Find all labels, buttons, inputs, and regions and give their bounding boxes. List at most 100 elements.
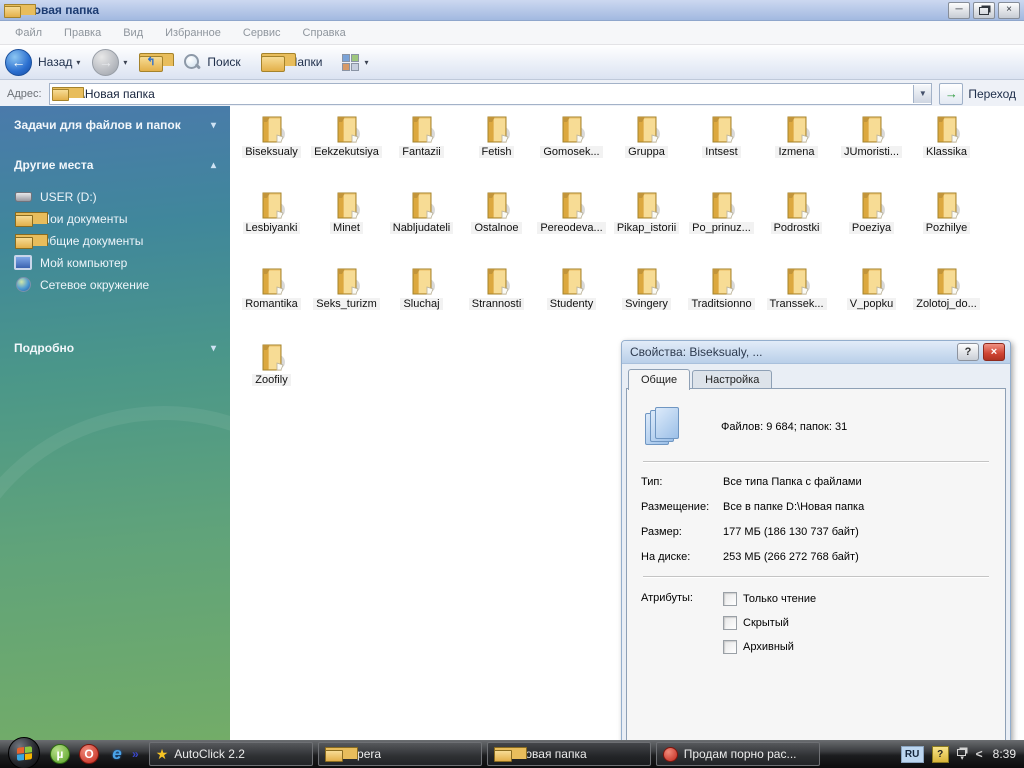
chevron-down-icon[interactable]: ▾ (211, 343, 216, 354)
folder-item[interactable]: Lesbiyanki (234, 187, 309, 263)
folder-item[interactable]: Gomosek... (534, 111, 609, 187)
folder-icon (412, 116, 435, 143)
folder-item[interactable]: Biseksualy (234, 111, 309, 187)
folder-item[interactable]: Fetish (459, 111, 534, 187)
sidebar-section-file-tasks[interactable]: Задачи для файлов и папок ▾ (0, 106, 230, 138)
folder-icon (14, 211, 48, 227)
folder-item[interactable]: Pozhilye (909, 187, 984, 263)
folder-name: Nabljudateli (389, 222, 454, 234)
folder-icon (637, 116, 660, 143)
taskbar-button[interactable]: ★ AutoClick 2.2 (148, 742, 313, 766)
language-indicator[interactable]: RU (900, 745, 924, 763)
folder-item[interactable]: Pereodeva... (534, 187, 609, 263)
attributes-block: Атрибуты: Только чтение Скрытый Архивный (641, 592, 991, 654)
place-label: USER (D:) (40, 189, 97, 204)
files-stack-icon (645, 407, 679, 447)
dialog-help-button[interactable]: ? (957, 343, 979, 361)
section-title: Задачи для файлов и папок (14, 118, 181, 132)
folder-item[interactable]: Eekzekutsiya (309, 111, 384, 187)
search-button[interactable]: Поиск (183, 53, 244, 71)
checkbox[interactable] (723, 640, 737, 654)
address-input[interactable] (67, 85, 914, 102)
folder-icon (787, 192, 810, 219)
folder-item[interactable]: Svingery (609, 263, 684, 339)
folder-item[interactable]: Romantika (234, 263, 309, 339)
folder-item[interactable]: Poeziya (834, 187, 909, 263)
folder-icon (712, 192, 735, 219)
tray-help-icon[interactable]: ? (931, 745, 949, 763)
views-dropdown-icon[interactable]: ▾ (364, 58, 368, 67)
up-button[interactable]: ↰ (139, 53, 175, 72)
sidebar-place-link[interactable]: Общие документы (14, 233, 230, 249)
chevron-up-icon[interactable]: ▴ (211, 160, 216, 171)
folder-item[interactable]: Transsek... (759, 263, 834, 339)
folder-item[interactable]: Seks_turizm (309, 263, 384, 339)
folder-item[interactable]: Zoofily (234, 339, 309, 415)
sidebar-place-link[interactable]: USER (D:) (14, 189, 230, 204)
folder-item[interactable]: Sluchaj (384, 263, 459, 339)
property-value: 177 МБ (186 130 737 байт) (723, 526, 859, 538)
quick-launch: µOe (50, 744, 126, 764)
start-button[interactable] (8, 737, 40, 768)
folder-item[interactable]: Ostalnoe (459, 187, 534, 263)
folder-item[interactable]: Minet (309, 187, 384, 263)
sidebar-place-link[interactable]: Сетевое окружение (14, 277, 230, 292)
folder-item[interactable]: Strannosti (459, 263, 534, 339)
back-button[interactable]: ← Назад ▾ (5, 48, 84, 76)
utorrent-icon[interactable]: µ (50, 744, 70, 764)
checkbox[interactable] (723, 592, 737, 606)
dialog-close-button[interactable]: × (983, 343, 1005, 361)
folder-item[interactable]: Intsest (684, 111, 759, 187)
folder-item[interactable]: Po_prinuz... (684, 187, 759, 263)
menu-item[interactable]: Вид (112, 24, 154, 42)
sidebar-section-details[interactable]: Подробно ▾ (0, 329, 230, 361)
windows-logo-icon (16, 745, 32, 761)
folder-icon (937, 116, 960, 143)
menu-item[interactable]: Файл (4, 24, 53, 42)
views-button[interactable]: ▾ (342, 53, 372, 71)
go-button[interactable]: → (939, 82, 964, 105)
forward-button[interactable]: → ▾ (92, 48, 131, 76)
address-dropdown-button[interactable]: ▼ (913, 84, 932, 103)
property-label: Тип: (641, 476, 663, 488)
folder-item[interactable]: JUmoristi... (834, 111, 909, 187)
attributes-label: Атрибуты: (641, 592, 693, 604)
menu-item[interactable]: Избранное (154, 24, 232, 42)
folder-item[interactable]: Studenty (534, 263, 609, 339)
folder-item[interactable]: Pikap_istorii (609, 187, 684, 263)
quick-launch-more-icon[interactable]: » (132, 747, 139, 761)
taskbar-button[interactable]: Opera (317, 742, 482, 766)
tray-windows-icon[interactable]: ▾ (956, 747, 968, 762)
opera-icon[interactable]: O (79, 744, 99, 764)
forward-dropdown-icon[interactable]: ▾ (123, 58, 127, 67)
menu-item[interactable]: Справка (292, 24, 357, 42)
folder-item[interactable]: Fantazii (384, 111, 459, 187)
sidebar-place-link[interactable]: Мои документы (14, 211, 230, 227)
folder-item[interactable]: Podrostki (759, 187, 834, 263)
folder-item[interactable]: Nabljudateli (384, 187, 459, 263)
ie-icon[interactable]: e (108, 744, 126, 763)
back-label: Назад (38, 55, 73, 69)
sidebar-place-link[interactable]: Мой компьютер (14, 255, 230, 270)
restore-button[interactable] (973, 1, 995, 19)
back-dropdown-icon[interactable]: ▾ (76, 58, 80, 67)
folder-item[interactable]: V_popku (834, 263, 909, 339)
minimize-button[interactable]: ─ (948, 1, 970, 19)
sidebar-section-other-places[interactable]: Другие места ▴ (0, 146, 230, 178)
folder-item[interactable]: Klassika (909, 111, 984, 187)
tray-collapse-icon[interactable]: < (976, 747, 983, 761)
folder-name: Seks_turizm (313, 298, 380, 310)
folder-item[interactable]: Gruppa (609, 111, 684, 187)
chevron-down-icon[interactable]: ▾ (211, 120, 216, 131)
menu-item[interactable]: Правка (53, 24, 112, 42)
close-button[interactable]: × (998, 1, 1020, 19)
menu-item[interactable]: Сервис (232, 24, 292, 42)
taskbar-button[interactable]: Новая папка (486, 742, 651, 766)
checkbox[interactable] (723, 616, 737, 630)
taskbar-button[interactable]: Продам порно рас... (655, 742, 820, 766)
folders-button[interactable]: Папки (260, 53, 327, 72)
dialog-tab[interactable]: Общие (628, 369, 691, 390)
folder-item[interactable]: Traditsionno (684, 263, 759, 339)
folder-item[interactable]: Izmena (759, 111, 834, 187)
folder-item[interactable]: Zolotoj_do... (909, 263, 984, 339)
